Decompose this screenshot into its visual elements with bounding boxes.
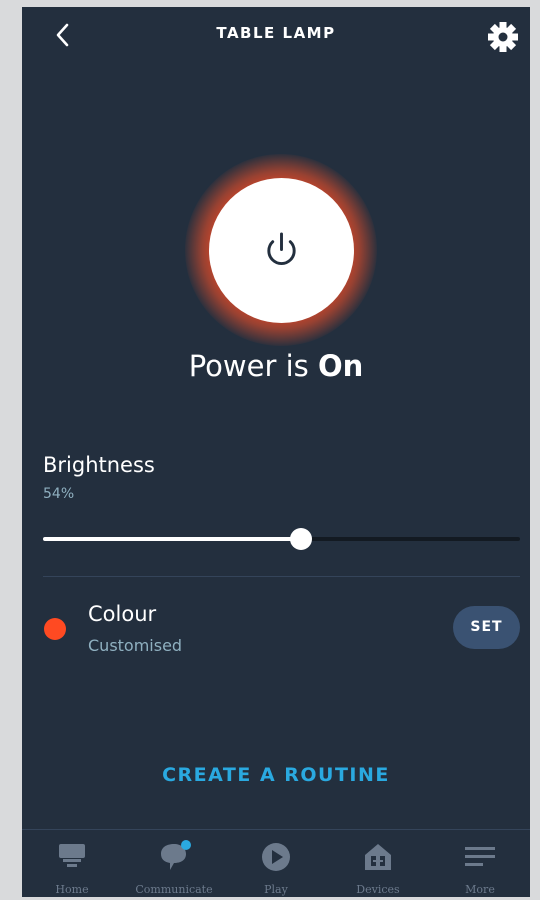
communicate-icon xyxy=(161,840,191,870)
power-button[interactable] xyxy=(209,178,354,323)
gear-icon[interactable] xyxy=(486,20,520,54)
brightness-value: 54% xyxy=(43,486,75,502)
slider-fill xyxy=(43,537,301,541)
play-icon xyxy=(262,843,290,871)
power-icon xyxy=(267,232,296,265)
nav-more-label: More xyxy=(465,883,495,896)
colour-swatch[interactable] xyxy=(44,618,66,640)
brightness-slider[interactable] xyxy=(43,527,520,551)
page-title: TABLE LAMP xyxy=(216,24,336,42)
nav-home[interactable]: Home xyxy=(22,830,122,897)
nav-play[interactable]: Play xyxy=(226,830,326,897)
nav-devices[interactable]: Devices xyxy=(328,830,428,897)
colour-label: Colour xyxy=(88,602,157,626)
nav-communicate-label: Communicate xyxy=(135,883,213,896)
more-icon xyxy=(465,847,495,866)
colour-value: Customised xyxy=(88,636,183,655)
bottom-nav: Home Communicate Play Devices More xyxy=(22,829,530,897)
divider xyxy=(43,576,520,577)
brightness-label: Brightness xyxy=(43,453,155,477)
create-routine-button[interactable]: CREATE A ROUTINE xyxy=(22,764,530,786)
home-icon xyxy=(59,844,85,867)
power-status-value: On xyxy=(317,349,364,383)
nav-communicate[interactable]: Communicate xyxy=(124,830,224,897)
slider-thumb[interactable] xyxy=(289,528,312,550)
nav-play-label: Play xyxy=(264,883,288,896)
nav-home-label: Home xyxy=(55,883,89,896)
power-status: Power is On xyxy=(22,349,530,383)
devices-icon xyxy=(365,844,391,870)
set-colour-button[interactable]: SET xyxy=(453,606,520,649)
app-screen: TABLE LAMP Power is On Brightness 54% Co… xyxy=(22,7,530,897)
header: TABLE LAMP xyxy=(22,7,530,63)
nav-more[interactable]: More xyxy=(430,830,530,897)
power-status-prefix: Power is xyxy=(188,349,309,383)
nav-devices-label: Devices xyxy=(356,883,400,896)
